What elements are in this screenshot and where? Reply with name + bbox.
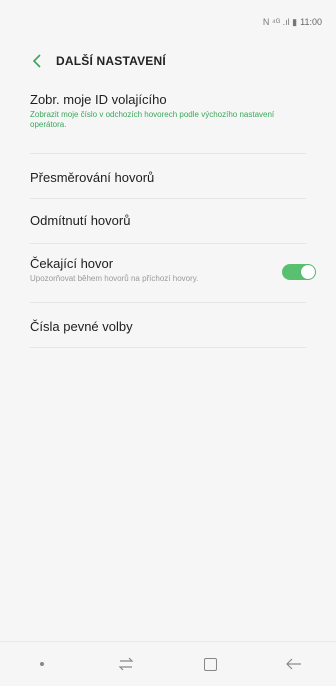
call-waiting-toggle[interactable] xyxy=(282,264,316,280)
recent-apps-button[interactable] xyxy=(106,649,146,679)
status-time: 11:00 xyxy=(300,17,322,27)
home-icon xyxy=(203,657,217,671)
list-item-caller-id[interactable]: Zobr. moje ID volajícího Zobrazit moje č… xyxy=(0,82,336,153)
recent-apps-icon xyxy=(118,657,134,671)
home-button[interactable] xyxy=(190,649,230,679)
settings-list: Zobr. moje ID volajícího Zobrazit moje č… xyxy=(0,82,336,348)
item-subtitle: Upozorňovat během hovorů na příchozí hov… xyxy=(30,274,199,283)
chevron-left-icon xyxy=(32,54,41,68)
list-item-call-rejection[interactable]: Odmítnutí hovorů xyxy=(0,199,336,243)
list-item-call-waiting[interactable]: Čekající hovor Upozorňovat během hovorů … xyxy=(0,244,336,302)
item-title: Čekající hovor xyxy=(30,256,114,271)
toggle-knob xyxy=(301,265,315,279)
back-button[interactable] xyxy=(24,48,50,74)
status-bar: N ⁴ᴳ .ıl ▮ 11:00 xyxy=(0,0,336,44)
header: DALŠÍ NASTAVENÍ xyxy=(0,44,336,78)
list-item-call-forwarding[interactable]: Přesměrování hovorů xyxy=(0,154,336,198)
item-title: Odmítnutí hovorů xyxy=(30,213,131,228)
dot-icon xyxy=(40,662,44,666)
status-icons: N ⁴ᴳ .ıl ▮ xyxy=(262,16,298,27)
page-title: DALŠÍ NASTAVENÍ xyxy=(56,54,166,68)
back-arrow-icon xyxy=(286,658,301,670)
item-title: Čísla pevné volby xyxy=(30,319,133,334)
item-title: Zobr. moje ID volajícího xyxy=(30,92,167,107)
item-title: Přesměrování hovorů xyxy=(30,170,155,185)
divider xyxy=(30,347,306,348)
dot-indicator xyxy=(22,649,62,679)
back-nav-button[interactable] xyxy=(274,649,314,679)
item-subtitle: Zobrazit moje číslo v odchozích hovorech… xyxy=(30,110,275,129)
navigation-bar xyxy=(0,641,336,686)
list-item-fixed-dialing[interactable]: Čísla pevné volby xyxy=(0,303,336,347)
